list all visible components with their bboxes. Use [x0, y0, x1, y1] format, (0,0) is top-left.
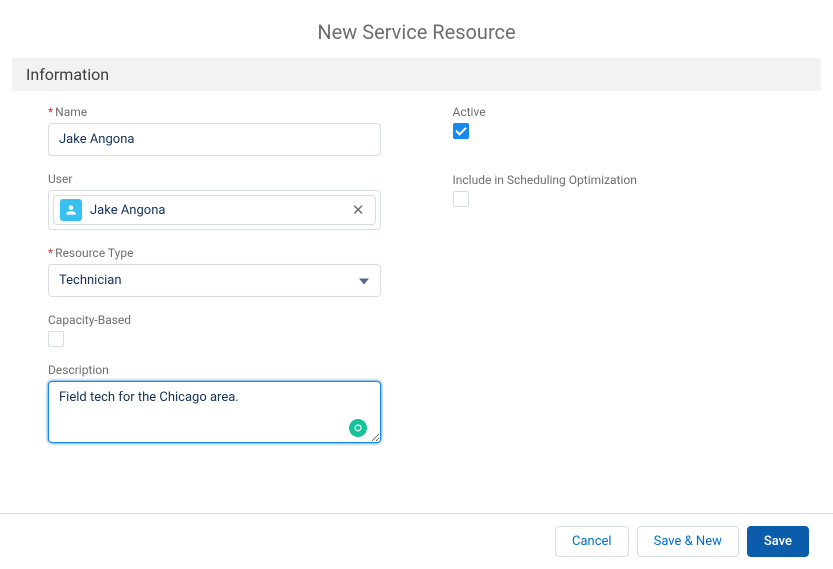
active-label: Active [453, 105, 786, 119]
resource-type-label: *Resource Type [48, 246, 381, 260]
name-label-text: Name [55, 105, 87, 119]
user-lookup-pill: Jake Angona ✕ [53, 195, 376, 225]
name-input[interactable] [48, 123, 381, 156]
description-field: Description [48, 363, 381, 447]
capacity-based-checkbox[interactable] [48, 331, 64, 347]
include-opt-field: Include in Scheduling Optimization [453, 173, 786, 207]
user-label: User [48, 172, 381, 186]
clear-user-icon[interactable]: ✕ [348, 203, 369, 218]
description-label: Description [48, 363, 381, 377]
save-and-new-button[interactable]: Save & New [637, 526, 739, 557]
user-lookup-value: Jake Angona [90, 203, 348, 218]
active-field: Active [453, 105, 786, 139]
modal-title: New Service Resource [0, 0, 833, 58]
left-column: *Name User Jake Angona ✕ *Resource Type [12, 105, 417, 463]
user-lookup[interactable]: Jake Angona ✕ [48, 190, 381, 230]
include-opt-label: Include in Scheduling Optimization [453, 173, 786, 187]
capacity-based-field: Capacity-Based [48, 313, 381, 347]
user-field: User Jake Angona ✕ [48, 172, 381, 230]
description-textarea-wrap [48, 381, 381, 447]
user-avatar-icon [60, 199, 82, 221]
resource-type-label-text: Resource Type [55, 246, 133, 260]
capacity-based-label: Capacity-Based [48, 313, 381, 327]
resource-type-select[interactable]: Technician [48, 264, 381, 297]
form-body: *Name User Jake Angona ✕ *Resource Type [0, 91, 833, 463]
resource-type-value: Technician [48, 264, 381, 297]
description-input[interactable] [48, 381, 381, 443]
cancel-button[interactable]: Cancel [555, 526, 629, 557]
name-label: *Name [48, 105, 381, 119]
spacer [453, 155, 786, 173]
section-header-information: Information [12, 58, 821, 91]
include-opt-checkbox[interactable] [453, 191, 469, 207]
active-checkbox[interactable] [453, 123, 469, 139]
footer-actions: Cancel Save & New Save [0, 513, 833, 569]
required-mark: * [48, 246, 53, 260]
resource-type-field: *Resource Type Technician [48, 246, 381, 297]
right-column: Active Include in Scheduling Optimizatio… [417, 105, 822, 463]
save-button[interactable]: Save [747, 526, 809, 557]
required-mark: * [48, 105, 53, 119]
name-field: *Name [48, 105, 381, 156]
